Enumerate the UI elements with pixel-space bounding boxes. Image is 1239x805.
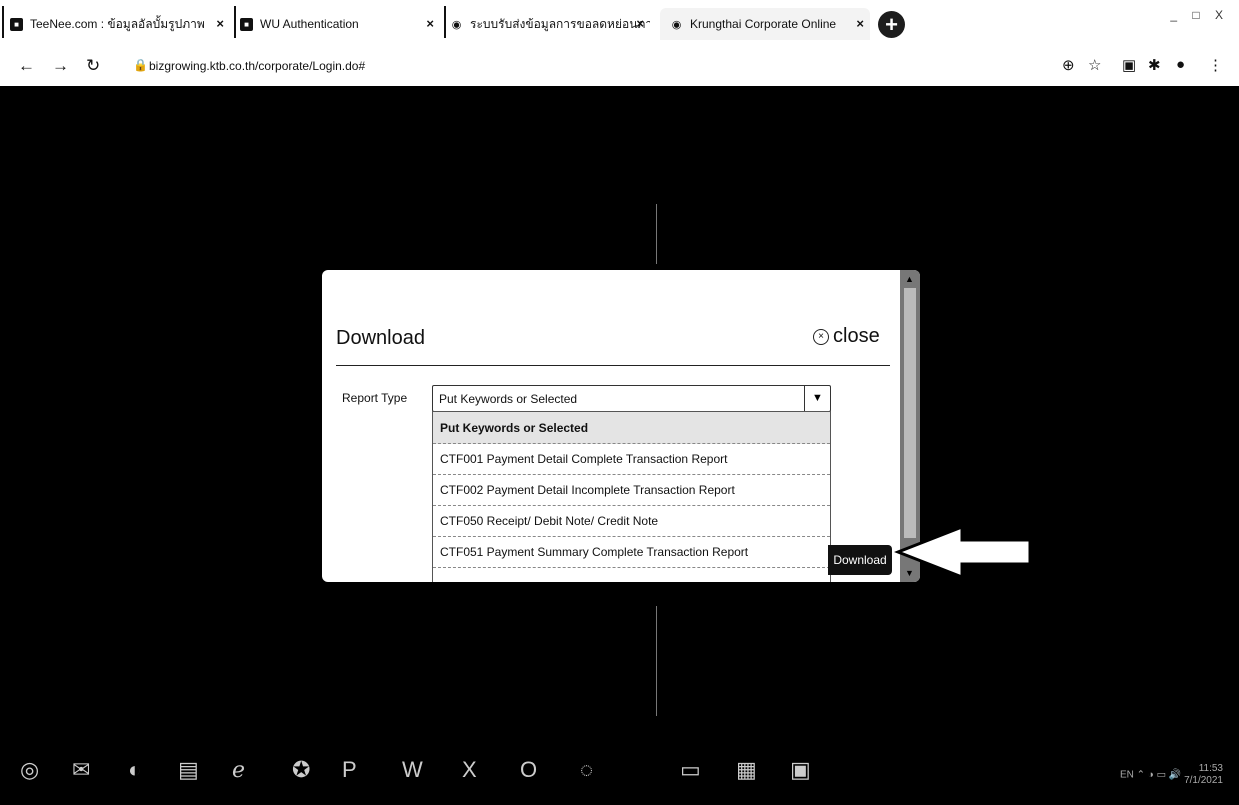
media-icon[interactable]: ◐	[128, 757, 141, 783]
lock-icon: 🔒	[133, 58, 148, 72]
extensions-puzzle-icon[interactable]: ✱	[1148, 56, 1161, 74]
tab-title: TeeNee.com : ข้อมูลอัลบั้มรูปภาพ	[30, 16, 205, 31]
window-controls[interactable]: _ □ X	[1170, 8, 1229, 22]
tab-title: WU Authentication	[260, 17, 359, 31]
teenee-favicon-icon: ■	[10, 17, 23, 31]
word-icon[interactable]: W	[402, 757, 423, 783]
dropdown-option[interactable]: CTF001 Payment Detail Complete Transacti…	[433, 443, 830, 475]
globe-favicon-icon: ◉	[451, 18, 462, 31]
excel-icon[interactable]: X	[462, 757, 477, 783]
edge-icon[interactable]: ℯ	[232, 757, 245, 783]
tab-wu-authentication[interactable]: ■ WU Authentication ×	[240, 8, 440, 40]
scroll-up-icon[interactable]: ▲	[905, 274, 914, 284]
file-explorer-icon[interactable]: ▤	[178, 757, 199, 783]
scrollbar-thumb[interactable]	[904, 288, 916, 538]
tab-separator	[2, 6, 4, 38]
outlook-icon[interactable]: O	[520, 757, 537, 783]
back-arrow-icon[interactable]: ←	[18, 56, 35, 76]
tab-teenee[interactable]: ■ TeeNee.com : ข้อมูลอัลบั้มรูปภาพ ×	[10, 8, 230, 40]
tab-separator	[234, 6, 236, 38]
dropdown-option[interactable]: CTF051 Payment Summary Complete Transact…	[433, 536, 830, 568]
zoom-icon[interactable]: ⊕	[1062, 56, 1075, 74]
app-icon[interactable]: ◌	[580, 757, 593, 783]
windows-taskbar: ◎ ✉ ◐ ▤ ℯ ✪ P W X O ◌ ▭ ▦ ▣ EN ⌃ ◑ ▭ 🔊 1…	[0, 743, 1239, 805]
tray-language[interactable]: EN	[1120, 770, 1134, 781]
callout-arrow-icon	[894, 525, 1032, 579]
krungthai-favicon-icon: ◉	[671, 18, 682, 31]
tab-tax-system[interactable]: ◉ ระบบรับส่งข้อมูลการขอลดหย่อนภาษี ×	[450, 8, 650, 40]
line-app-icon[interactable]: ▣	[790, 757, 811, 783]
close-label: close	[833, 325, 880, 347]
browser-menu-icon[interactable]: ⋮	[1208, 56, 1223, 74]
tab-title: ระบบรับส่งข้อมูลการขอลดหย่อนภาษี	[470, 16, 650, 31]
new-tab-button[interactable]: +	[878, 11, 905, 38]
address-bar-url[interactable]: bizgrowing.ktb.co.th/corporate/Login.do#	[149, 59, 365, 73]
report-type-dropdown-list: Put Keywords or Selected CTF001 Payment …	[432, 411, 831, 582]
modal-title: Download	[336, 327, 425, 349]
close-icon: ×	[813, 328, 829, 345]
start-icon[interactable]: ◎	[20, 757, 39, 783]
report-type-selected-value: Put Keywords or Selected	[439, 392, 578, 406]
tray-icons[interactable]: ⌃ ◑ ▭ 🔊	[1137, 770, 1184, 781]
chrome-icon[interactable]: ✪	[292, 757, 310, 783]
report-type-select[interactable]: Put Keywords or Selected ▼	[432, 385, 831, 412]
tab-krungthai-corporate[interactable]: ◉ Krungthai Corporate Online ×	[660, 8, 870, 40]
profile-avatar-icon[interactable]: ●	[1176, 56, 1185, 73]
powerpoint-icon[interactable]: P	[342, 757, 357, 783]
modal-divider	[336, 365, 890, 366]
close-tab-icon[interactable]: ×	[216, 16, 224, 31]
background-divider	[656, 606, 657, 716]
browser-tab-bar: ■ TeeNee.com : ข้อมูลอัลบั้มรูปภาพ × ■ W…	[0, 0, 1239, 46]
system-tray[interactable]: EN ⌃ ◑ ▭ 🔊 11:53 7/1/2021	[1120, 763, 1223, 787]
browser-nav-bar: ← → ↻ 🔒 bizgrowing.ktb.co.th/corporate/L…	[0, 46, 1239, 86]
report-type-label: Report Type	[342, 391, 408, 405]
background-divider	[656, 204, 657, 264]
download-modal: Download × close Report Type Put Keywords…	[322, 270, 920, 582]
dropdown-option[interactable]: CTF050 Receipt/ Debit Note/ Credit Note	[433, 505, 830, 537]
close-tab-icon[interactable]: ×	[856, 16, 864, 31]
dropdown-option[interactable]: CTF002 Payment Detail Incomplete Transac…	[433, 474, 830, 506]
close-tab-icon[interactable]: ×	[636, 16, 644, 31]
tab-separator	[444, 6, 446, 38]
download-button[interactable]: Download	[828, 545, 892, 575]
tray-date[interactable]: 7/1/2021	[1184, 775, 1223, 786]
wu-favicon-icon: ■	[240, 17, 253, 31]
tab-title: Krungthai Corporate Online	[690, 17, 837, 31]
chevron-down-icon[interactable]: ▼	[804, 386, 830, 411]
reload-icon[interactable]: ↻	[86, 56, 100, 76]
pdf-extension-icon[interactable]: ▣	[1122, 56, 1136, 74]
close-button[interactable]: × close	[813, 325, 880, 348]
mail-icon[interactable]: ✉	[72, 757, 90, 783]
dropdown-option[interactable]: Put Keywords or Selected	[433, 412, 830, 444]
tray-time[interactable]: 11:53	[1199, 763, 1223, 774]
close-tab-icon[interactable]: ×	[426, 16, 434, 31]
app-icon[interactable]: ▦	[736, 757, 757, 783]
bookmark-star-icon[interactable]: ☆	[1088, 56, 1101, 74]
forward-arrow-icon[interactable]: →	[52, 56, 69, 76]
app-icon[interactable]: ▭	[680, 757, 701, 783]
